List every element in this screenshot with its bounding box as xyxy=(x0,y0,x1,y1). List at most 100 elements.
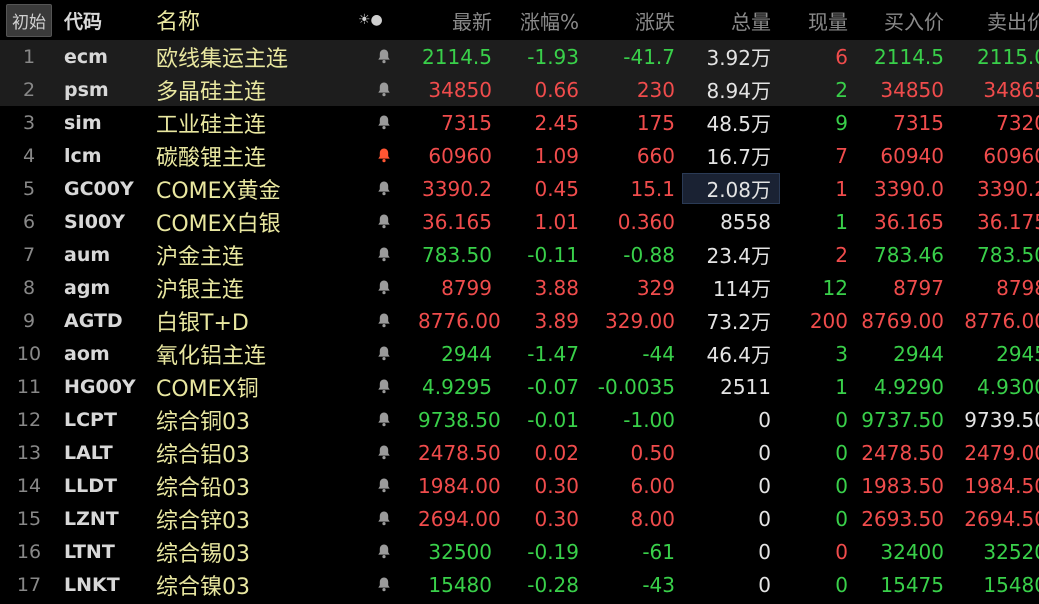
table-row[interactable]: 7 aum 沪金主连 783.50 -0.11 -0.88 23.4万 2 783.46 783.… xyxy=(0,238,1039,271)
bell-icon[interactable] xyxy=(350,276,418,300)
bell-icon[interactable] xyxy=(350,111,418,135)
table-row[interactable]: 8 agm 沪银主连 8799 3.88 329 114万 12 8797 8798 xyxy=(0,271,1039,304)
row-name: COMEX黄金 xyxy=(156,178,281,204)
row-bid: 8797 xyxy=(893,275,944,300)
row-name: 工业硅主连 xyxy=(156,112,267,138)
header-alert-toggle[interactable]: ☀● xyxy=(350,12,418,28)
bell-icon[interactable] xyxy=(350,342,418,366)
row-index: 7 xyxy=(22,243,36,266)
table-row[interactable]: 14 LLDT 综合铅03 1984.00 0.30 6.00 0 0 1983.50 1984.… xyxy=(0,469,1039,502)
row-chg: 8.00 xyxy=(630,506,675,531)
row-name: 综合铝03 xyxy=(156,442,250,468)
table-row[interactable]: 10 aom 氧化铝主连 2944 -1.47 -44 46.4万 3 2944 2945 xyxy=(0,337,1039,370)
row-ask: 8776.00 xyxy=(964,308,1039,333)
bell-icon[interactable] xyxy=(350,540,418,564)
row-chg: 660 xyxy=(636,143,675,168)
header-cur[interactable]: 现量 xyxy=(779,6,856,35)
table-row[interactable]: 9 AGTD 白银T+D 8776.00 3.89 329.00 73.2万 200 8769.… xyxy=(0,304,1039,337)
table-header: 初始 代码 名称 ☀● 最新 涨幅% 涨跌 总量 现量 买入价 卖出价 xyxy=(0,0,1039,40)
row-last: 2694.00 xyxy=(418,506,500,531)
row-last: 34850 xyxy=(428,77,492,102)
row-chg: -1.00 xyxy=(623,407,675,432)
header-last[interactable]: 最新 xyxy=(418,6,500,35)
row-pct: 0.30 xyxy=(534,473,579,498)
row-last: 36.165 xyxy=(422,209,492,234)
table-row[interactable]: 16 LTNT 综合锡03 32500 -0.19 -61 0 0 32400 32520 xyxy=(0,535,1039,568)
row-cur: 1 xyxy=(835,176,848,201)
table-row[interactable]: 13 LALT 综合铝03 2478.50 0.02 0.50 0 0 2478.50 2479.… xyxy=(0,436,1039,469)
bell-icon[interactable] xyxy=(350,309,418,333)
bell-icon[interactable] xyxy=(350,573,418,597)
bell-active-icon[interactable] xyxy=(350,144,418,168)
table-row[interactable]: 15 LZNT 综合锌03 2694.00 0.30 8.00 0 0 2693.50 2694.… xyxy=(0,502,1039,535)
bell-icon[interactable] xyxy=(350,375,418,399)
row-bid: 2944 xyxy=(893,341,944,366)
row-vol: 0 xyxy=(758,473,771,498)
row-name: 综合铅03 xyxy=(156,475,250,501)
row-pct: -0.07 xyxy=(527,374,579,399)
bell-icon[interactable] xyxy=(350,408,418,432)
table-row[interactable]: 12 LCPT 综合铜03 9738.50 -0.01 -1.00 0 0 9737.50 973… xyxy=(0,403,1039,436)
row-bid: 1983.50 xyxy=(861,473,944,498)
row-vol: 114万 xyxy=(712,277,771,301)
bell-icon[interactable] xyxy=(350,78,418,102)
row-index: 17 xyxy=(16,573,42,596)
row-vol: 73.2万 xyxy=(706,310,771,334)
bell-icon[interactable] xyxy=(350,210,418,234)
row-code: sim xyxy=(64,111,102,134)
table-row[interactable]: 5 GC00Y COMEX黄金 3390.2 0.45 15.1 2.08万 1 3390.0 3… xyxy=(0,172,1039,205)
init-button[interactable]: 初始 xyxy=(6,3,52,37)
row-pct: 1.01 xyxy=(534,209,579,234)
table-row[interactable]: 6 SI00Y COMEX白银 36.165 1.01 0.360 8558 1 36.165 3… xyxy=(0,205,1039,238)
row-index: 3 xyxy=(22,111,36,134)
row-pct: -1.47 xyxy=(527,341,579,366)
row-code: SI00Y xyxy=(64,210,125,233)
row-cur: 2 xyxy=(835,242,848,267)
row-pct: 3.88 xyxy=(534,275,579,300)
row-bid: 8769.00 xyxy=(861,308,944,333)
header-chg[interactable]: 涨跌 xyxy=(587,6,683,35)
row-bid: 34850 xyxy=(880,77,944,102)
bell-icon[interactable] xyxy=(350,441,418,465)
table-row[interactable]: 2 psm 多晶硅主连 34850 0.66 230 8.94万 2 34850 34865 xyxy=(0,73,1039,106)
row-cur: 0 xyxy=(835,407,848,432)
row-ask: 4.9300 xyxy=(977,374,1039,399)
row-cur: 0 xyxy=(835,440,848,465)
row-index: 8 xyxy=(22,276,36,299)
row-code: GC00Y xyxy=(64,177,134,200)
row-code: HG00Y xyxy=(64,375,136,398)
row-ask: 2945 xyxy=(996,341,1039,366)
table-row[interactable]: 3 sim 工业硅主连 7315 2.45 175 48.5万 9 7315 7320 xyxy=(0,106,1039,139)
row-name: 沪银主连 xyxy=(156,277,245,303)
row-pct: 2.45 xyxy=(534,110,579,135)
row-code: lcm xyxy=(64,144,102,167)
row-chg: 329.00 xyxy=(605,308,675,333)
row-name: 多晶硅主连 xyxy=(156,79,267,105)
header-code[interactable]: 代码 xyxy=(58,7,150,34)
row-ask: 1984.50 xyxy=(964,473,1039,498)
bell-icon[interactable] xyxy=(350,507,418,531)
bell-icon[interactable] xyxy=(350,45,418,69)
row-code: LCPT xyxy=(64,408,117,431)
table-row[interactable]: 17 LNKT 综合镍03 15480 -0.28 -43 0 0 15475 15480 xyxy=(0,568,1039,601)
bell-icon[interactable] xyxy=(350,474,418,498)
header-name[interactable]: 名称 xyxy=(150,4,350,36)
header-bid[interactable]: 买入价 xyxy=(856,6,952,35)
row-pct: -0.28 xyxy=(527,572,579,597)
row-last: 783.50 xyxy=(422,242,492,267)
row-vol: 23.4万 xyxy=(706,244,771,268)
table-row[interactable]: 11 HG00Y COMEX铜 4.9295 -0.07 -0.0035 2511 1 4.92… xyxy=(0,370,1039,403)
bell-icon[interactable] xyxy=(350,243,418,267)
header-vol[interactable]: 总量 xyxy=(683,6,779,35)
row-name: COMEX铜 xyxy=(156,376,259,402)
row-ask: 36.175 xyxy=(977,209,1039,234)
bell-icon[interactable] xyxy=(350,177,418,201)
header-ask[interactable]: 卖出价 xyxy=(952,6,1039,35)
header-pct[interactable]: 涨幅% xyxy=(500,6,587,35)
row-cur: 2 xyxy=(835,77,848,102)
table-row[interactable]: 1 ecm 欧线集运主连 2114.5 -1.93 -41.7 3.92万 6 2114.5 21… xyxy=(0,40,1039,73)
row-code: aum xyxy=(64,243,111,266)
table-row[interactable]: 4 lcm 碳酸锂主连 60960 1.09 660 16.7万 7 60940 60960 xyxy=(0,139,1039,172)
row-code: psm xyxy=(64,78,109,101)
row-vol: 16.7万 xyxy=(706,145,771,169)
